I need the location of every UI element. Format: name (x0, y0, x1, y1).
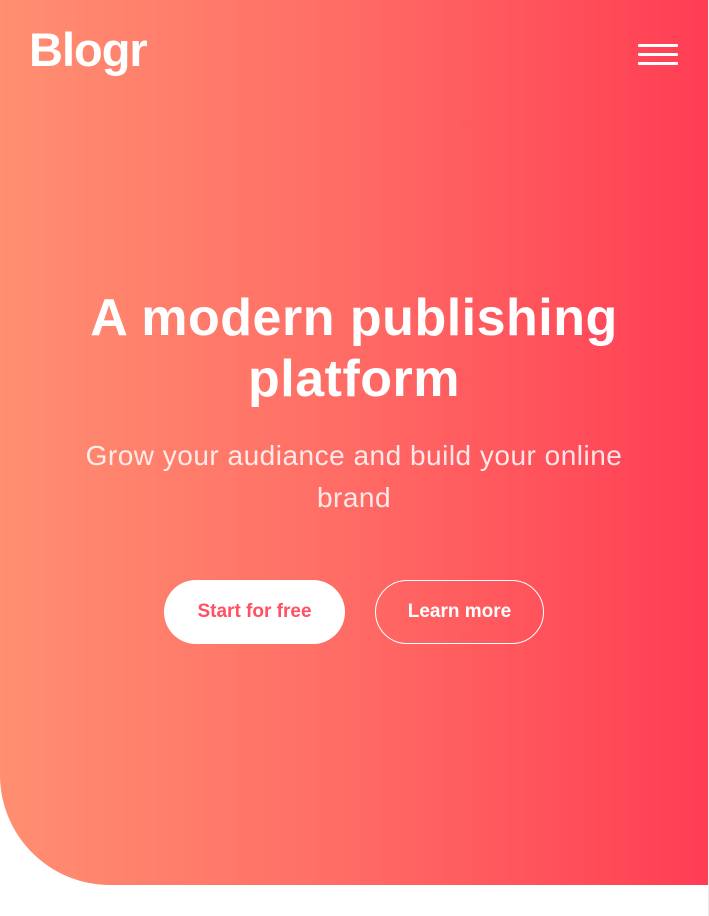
hamburger-line (638, 62, 678, 65)
logo[interactable]: Blogr (29, 20, 148, 80)
page: Blogr A modern publishing platform Grow … (0, 0, 709, 916)
learn-more-button[interactable]: Learn more (375, 580, 544, 644)
hamburger-line (638, 44, 678, 47)
hero-title: A modern publishing platform (90, 289, 618, 408)
hero-section: Blogr A modern publishing platform Grow … (0, 0, 708, 885)
hamburger-menu-icon[interactable] (638, 43, 678, 67)
hero-subtitle: Grow your audiance and build your online… (85, 440, 623, 513)
start-for-free-button[interactable]: Start for free (164, 580, 345, 644)
header: Blogr (0, 0, 708, 110)
hamburger-line (638, 53, 678, 56)
